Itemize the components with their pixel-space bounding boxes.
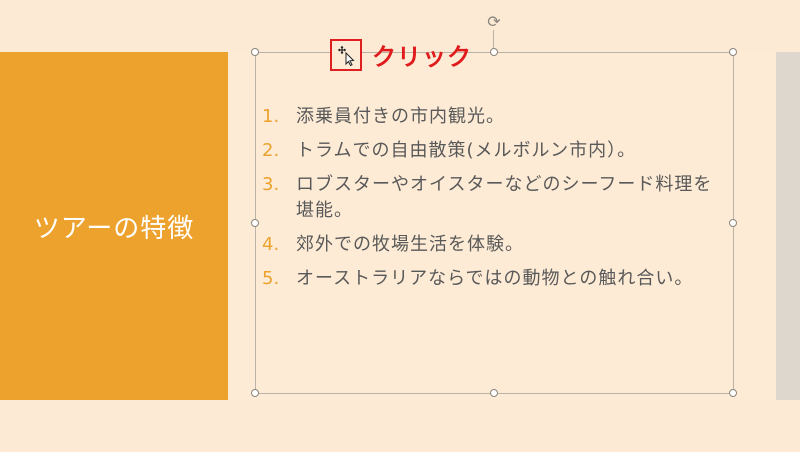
list-number: 2. bbox=[262, 140, 280, 161]
resize-handle-top-right[interactable] bbox=[729, 48, 737, 56]
resize-handle-bottom-right[interactable] bbox=[729, 389, 737, 397]
list-item: 4. 郊外での牧場生活を体験。 bbox=[262, 232, 722, 258]
rotate-stem bbox=[493, 30, 494, 48]
resize-handle-middle-left[interactable] bbox=[251, 219, 259, 227]
list-text: トラムでの自由散策(メルボルン市内）。 bbox=[296, 140, 637, 161]
list-item: 3. ロブスターやオイスターなどのシーフード料理を堪能。 bbox=[262, 172, 722, 224]
list-text: 郊外での牧場生活を体験。 bbox=[296, 234, 524, 255]
slide-title: ツアーの特徴 bbox=[33, 213, 195, 244]
list-number: 5. bbox=[262, 268, 280, 289]
resize-handle-top-left[interactable] bbox=[251, 48, 259, 56]
list-text: 添乗員付きの市内観光。 bbox=[296, 106, 505, 127]
list-item: 1. 添乗員付きの市内観光。 bbox=[262, 104, 722, 130]
cursor-highlight-box bbox=[330, 39, 362, 71]
title-block[interactable]: ツアーの特徴 bbox=[0, 52, 228, 400]
slide-bottom-area bbox=[0, 400, 800, 452]
slide-right-bar bbox=[776, 52, 800, 400]
list-text: オーストラリアならではの動物との触れ合い。 bbox=[296, 268, 694, 289]
list-text: ロブスターやオイスターなどのシーフード料理を堪能。 bbox=[296, 174, 713, 221]
resize-handle-top-middle[interactable] bbox=[490, 48, 498, 56]
list-item: 2. トラムでの自由散策(メルボルン市内）。 bbox=[262, 138, 722, 164]
list-number: 3. bbox=[262, 174, 280, 195]
resize-handle-bottom-middle[interactable] bbox=[490, 389, 498, 397]
resize-handle-middle-right[interactable] bbox=[729, 219, 737, 227]
list-number: 1. bbox=[262, 106, 280, 127]
move-cursor-icon bbox=[338, 46, 355, 66]
resize-handle-bottom-left[interactable] bbox=[251, 389, 259, 397]
list-number: 4. bbox=[262, 234, 280, 255]
click-annotation-label: クリック bbox=[372, 43, 472, 71]
list-item: 5. オーストラリアならではの動物との触れ合い。 bbox=[262, 266, 722, 292]
bullet-list[interactable]: 1. 添乗員付きの市内観光。 2. トラムでの自由散策(メルボルン市内）。 3.… bbox=[262, 104, 722, 300]
rotate-handle-icon[interactable]: ⟳ bbox=[486, 14, 502, 30]
